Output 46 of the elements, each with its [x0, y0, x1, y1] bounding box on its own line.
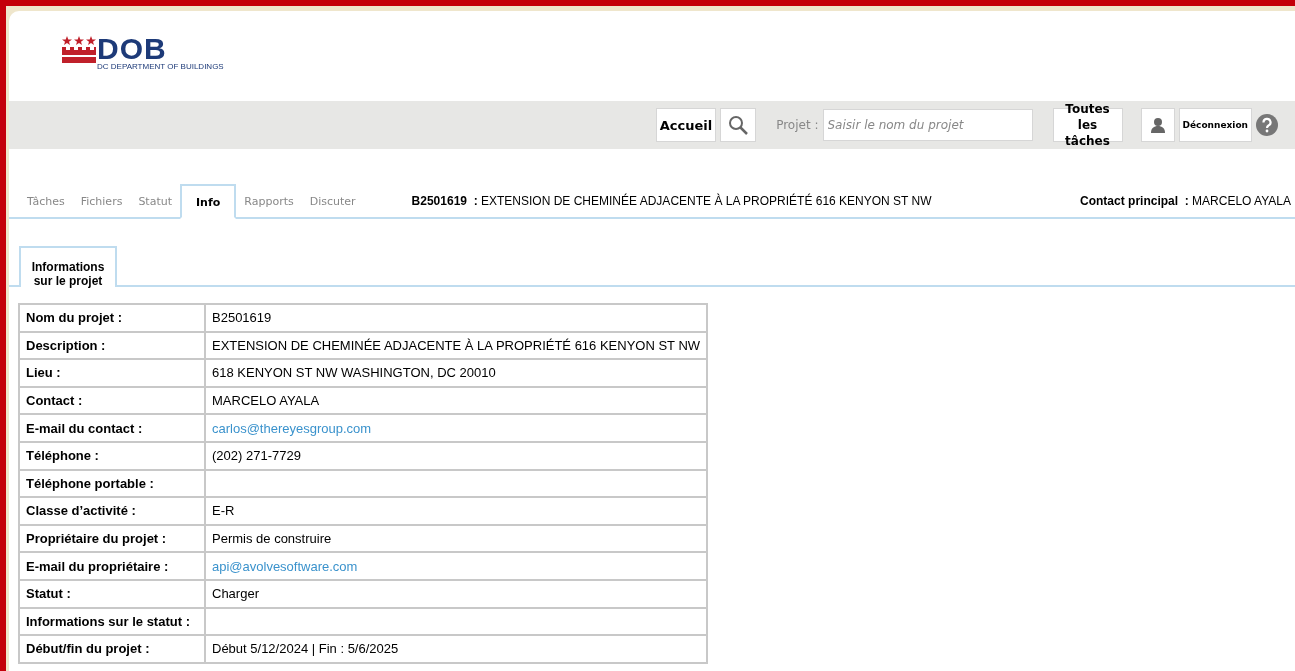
help-icon: [1256, 114, 1278, 136]
field-value: Charger: [205, 579, 708, 608]
tab[interactable]: Statut: [130, 191, 181, 219]
tab[interactable]: Fichiers: [72, 191, 131, 219]
field-label: Statut :: [19, 579, 205, 608]
tab[interactable]: Rapports: [236, 191, 302, 219]
email-link[interactable]: carlos@thereyesgroup.com: [212, 420, 372, 436]
user-icon: [1149, 117, 1166, 133]
subtab[interactable]: Informations sur le projet: [19, 246, 117, 287]
project-title: B2501619 : EXTENSION DE CHEMINÉE ADJACENTE À LA PROPRIÉTÉ 616 KENYON ST NW: [411, 194, 933, 208]
field-label: E-mail du propriétaire :: [19, 552, 205, 580]
search-icon: [728, 115, 749, 135]
field-label: Nom du projet :: [19, 304, 205, 332]
field-label: Classe d’activité :: [19, 497, 205, 525]
field-label: Description :: [19, 331, 205, 360]
field-value: 618 KENYON ST NW WASHINGTON, DC 20010: [205, 359, 708, 387]
field-label: Lieu :: [19, 359, 205, 387]
search-button[interactable]: [720, 108, 757, 142]
field-value: E-R: [205, 497, 708, 525]
field-label: Informations sur le statut :: [19, 607, 205, 636]
field-label: Contact :: [19, 386, 205, 415]
logo-subtitle: DC DEPARTMENT OF BUILDINGS: [97, 62, 224, 71]
field-value: B2501619: [205, 304, 708, 332]
help-button[interactable]: [1256, 114, 1278, 136]
tab[interactable]: Info: [180, 184, 237, 219]
field-value: EXTENSION DE CHEMINÉE ADJACENTE À LA PROPRIÉTÉ 616 KENYON ST NW: [205, 331, 708, 360]
field-label: E-mail du contact :: [19, 414, 205, 442]
logout-button[interactable]: Déconnexion: [1178, 108, 1252, 142]
primary-contact: Contact principal : MARCELO AYALA: [1080, 194, 1292, 208]
field-value: Début 5/12/2024 | Fin : 5/6/2025: [205, 635, 708, 663]
home-button[interactable]: Accueil: [655, 108, 717, 142]
field-label: Début/fin du projet :: [19, 635, 205, 663]
field-label: Téléphone portable :: [19, 469, 205, 498]
email-link[interactable]: api@avolvesoftware.com: [212, 558, 358, 574]
logo-wordmark: DOB: [97, 35, 167, 62]
field-value: MARCELO AYALA: [205, 386, 708, 415]
project-label: Projet :: [776, 118, 819, 132]
field-label: Téléphone :: [19, 441, 205, 470]
user-button[interactable]: [1140, 108, 1175, 142]
tab[interactable]: Tâches: [19, 191, 73, 219]
field-value: (202) 271-7729: [205, 441, 708, 470]
project-search-field[interactable]: Saisir le nom du projet: [822, 109, 1033, 141]
field-label: Propriétaire du projet :: [19, 524, 205, 553]
flag-icon: [62, 35, 96, 65]
tab[interactable]: Discuter: [301, 191, 364, 219]
field-value: Permis de construire: [205, 524, 708, 553]
